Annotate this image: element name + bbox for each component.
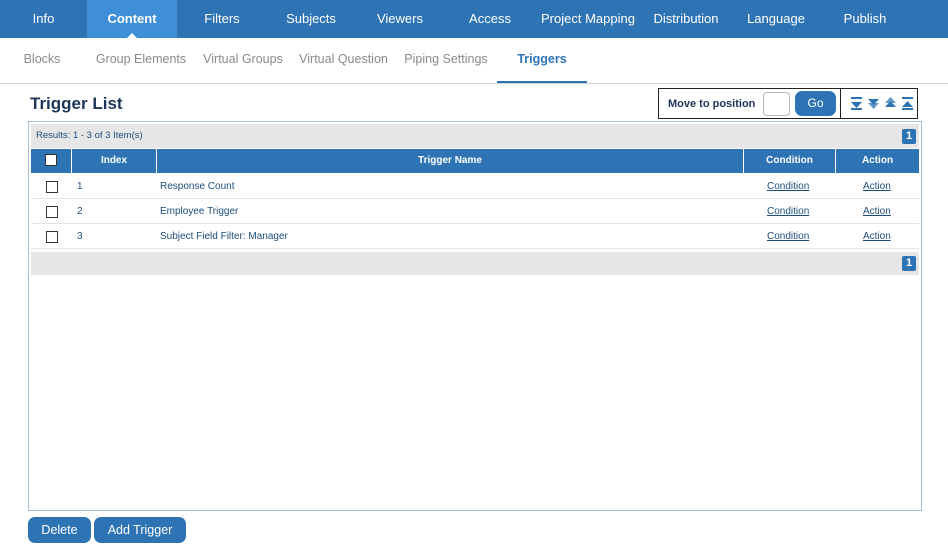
subtab-piping-settings[interactable]: Piping Settings — [401, 38, 491, 83]
subtab-virtual-question[interactable]: Virtual Question — [296, 38, 391, 83]
row-checkbox[interactable] — [46, 206, 58, 218]
tab-language[interactable]: Language — [730, 0, 822, 38]
page-title: Trigger List — [30, 94, 123, 113]
select-all-checkbox[interactable] — [45, 154, 57, 166]
table-row: 1 Response Count Condition Action — [31, 174, 919, 199]
table-header: Index Trigger Name Condition Action — [31, 149, 919, 173]
sub-nav: Blocks Group Elements Virtual Groups Vir… — [0, 38, 948, 84]
grid-header-bar: Results: 1 - 3 of 3 Item(s) 1 — [31, 124, 919, 148]
row-condition-link[interactable]: Condition — [767, 231, 809, 242]
row-action-link[interactable]: Action — [863, 181, 891, 192]
subtab-virtual-groups[interactable]: Virtual Groups — [200, 38, 286, 83]
row-trigger-name: Subject Field Filter: Manager — [160, 231, 288, 242]
tab-project-mapping[interactable]: Project Mapping — [537, 0, 639, 38]
tab-distribution[interactable]: Distribution — [642, 0, 730, 38]
tab-info[interactable]: Info — [0, 0, 87, 38]
row-action-link[interactable]: Action — [863, 206, 891, 217]
position-input[interactable] — [763, 92, 790, 116]
move-up-icon[interactable] — [884, 96, 897, 110]
row-trigger-name: Response Count — [160, 181, 235, 192]
subtab-triggers[interactable]: Triggers — [497, 38, 587, 83]
column-trigger-name[interactable]: Trigger Name — [157, 149, 744, 173]
column-index[interactable]: Index — [72, 149, 157, 173]
row-checkbox[interactable] — [46, 181, 58, 193]
select-all-header — [31, 149, 72, 173]
move-to-position: Move to position Go — [658, 88, 841, 119]
row-index: 3 — [77, 231, 83, 242]
move-down-icon[interactable] — [867, 96, 880, 110]
pager-page-bottom[interactable]: 1 — [902, 256, 916, 271]
tab-content[interactable]: Content — [87, 0, 177, 38]
tab-subjects[interactable]: Subjects — [267, 0, 355, 38]
row-condition-link[interactable]: Condition — [767, 206, 809, 217]
row-checkbox[interactable] — [46, 231, 58, 243]
row-action-link[interactable]: Action — [863, 231, 891, 242]
tab-filters[interactable]: Filters — [177, 0, 267, 38]
subtab-blocks[interactable]: Blocks — [14, 38, 70, 83]
row-trigger-name: Employee Trigger — [160, 206, 239, 217]
column-action[interactable]: Action — [836, 149, 919, 173]
tab-access[interactable]: Access — [445, 0, 535, 38]
pager-page-top[interactable]: 1 — [902, 129, 916, 144]
results-count: Results: 1 - 3 of 3 Item(s) — [36, 130, 143, 141]
tab-publish[interactable]: Publish — [822, 0, 908, 38]
trigger-grid: Results: 1 - 3 of 3 Item(s) 1 Index Trig… — [28, 121, 922, 511]
top-nav: Info Content Filters Subjects Viewers Ac… — [0, 0, 948, 38]
grid-footer-bar: 1 — [31, 252, 919, 275]
subtab-group-elements[interactable]: Group Elements — [92, 38, 190, 83]
move-to-bottom-icon[interactable] — [850, 96, 863, 110]
reorder-arrows — [841, 88, 918, 119]
move-to-top-icon[interactable] — [901, 96, 914, 110]
row-condition-link[interactable]: Condition — [767, 181, 809, 192]
tab-viewers[interactable]: Viewers — [355, 0, 445, 38]
table-row: 3 Subject Field Filter: Manager Conditio… — [31, 224, 919, 249]
row-index: 2 — [77, 206, 83, 217]
add-trigger-button[interactable]: Add Trigger — [94, 517, 186, 543]
column-condition[interactable]: Condition — [744, 149, 836, 173]
delete-button[interactable]: Delete — [28, 517, 91, 543]
move-label: Move to position — [668, 98, 756, 110]
go-button[interactable]: Go — [795, 91, 836, 116]
table-row: 2 Employee Trigger Condition Action — [31, 199, 919, 224]
row-index: 1 — [77, 181, 83, 192]
